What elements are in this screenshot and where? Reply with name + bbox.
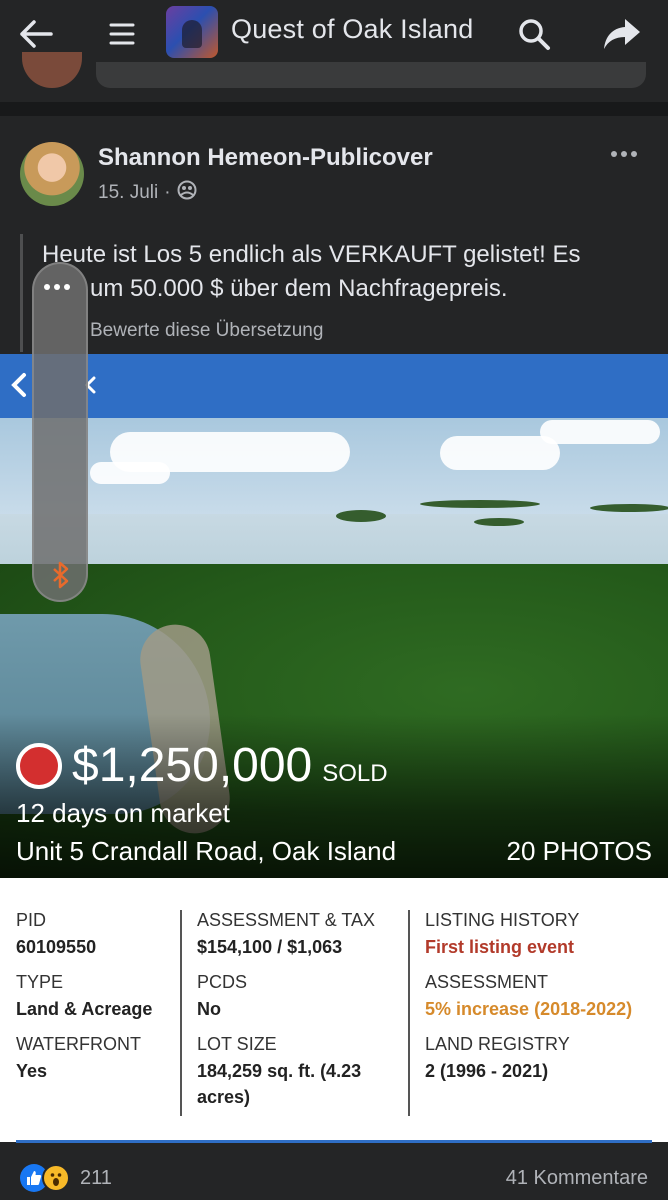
rate-translation-link[interactable]: Bewerte diese Übersetzung — [90, 320, 323, 342]
detail-value: 5% increase (2018-2022) — [425, 999, 633, 1019]
post-meta: 15. Juli · — [98, 180, 197, 206]
detail-value: No — [197, 999, 221, 1019]
detail-label: PCDS — [197, 972, 248, 992]
reaction-count: 211 — [80, 1166, 112, 1189]
listing-details[interactable]: PID 60109550 TYPE Land & Acreage WATERFR… — [0, 878, 668, 1143]
detail-cell: PCDS No — [197, 972, 397, 1022]
detail-value: $154,100 / $1,063 — [197, 937, 343, 957]
post-text-line: Heute ist Los 5 endlich als VERKAUFT gel… — [42, 241, 581, 268]
reactions[interactable]: 211 — [20, 1164, 112, 1192]
column-divider — [180, 910, 182, 1116]
detail-label: ASSESSMENT — [425, 972, 549, 992]
days-on-market: 12 days on market — [16, 798, 230, 828]
top-bar: Quest of Oak Island — [0, 0, 668, 68]
listing-status: SOLD — [322, 760, 388, 787]
detail-cell: LOT SIZE 184,259 sq. ft. (4.23 acres) — [197, 1034, 397, 1110]
listing-address: Unit 5 Crandall Road, Oak Island — [16, 836, 397, 866]
previous-post-strip — [0, 52, 668, 102]
back-arrow-icon[interactable] — [14, 12, 58, 56]
details-bottom-bar — [16, 1140, 652, 1143]
sold-status-icon — [16, 742, 62, 789]
wow-icon — [42, 1164, 70, 1192]
previous-comment-bubble — [96, 62, 646, 88]
photo-island — [420, 500, 540, 508]
feed-divider — [0, 102, 668, 116]
detail-cell: PID 60109550 — [16, 910, 152, 960]
detail-label: TYPE — [16, 972, 64, 992]
detail-cell: WATERFRONT Yes — [16, 1034, 152, 1084]
detail-value: Yes — [16, 1061, 48, 1081]
search-icon[interactable] — [512, 12, 556, 56]
details-column: ASSESSMENT & TAX $154,100 / $1,063 PCDS … — [197, 910, 397, 1122]
group-title[interactable]: Quest of Oak Island — [231, 14, 473, 45]
author-avatar[interactable] — [20, 142, 84, 206]
group-audience-icon — [177, 180, 197, 206]
post-options-button[interactable] — [604, 142, 644, 166]
post-text: Heute ist Los 5 endlich als VERKAUFT gel… — [42, 238, 642, 306]
bluetooth-icon[interactable] — [51, 560, 71, 595]
details-column: LISTING HISTORY First listing event ASSE… — [425, 910, 632, 1096]
column-divider — [408, 910, 410, 1116]
detail-cell: LISTING HISTORY First listing event — [425, 910, 632, 960]
author-name[interactable]: Shannon Hemeon-Publicover — [98, 144, 433, 172]
listing-header-bar — [0, 354, 668, 418]
listing-price: $1,250,000 — [72, 739, 313, 792]
detail-value: First listing event — [425, 937, 575, 957]
meta-separator: · — [164, 182, 171, 203]
detail-label: ASSESSMENT & TAX — [197, 910, 376, 930]
detail-label: PID — [16, 910, 47, 930]
post-footer: 211 41 Kommentare — [0, 1144, 668, 1200]
detail-value: Land & Acreage — [16, 999, 153, 1019]
translation-quote-bar — [20, 234, 23, 352]
listing-image[interactable]: $1,250,000 SOLD 12 days on market Unit 5… — [0, 354, 668, 878]
photo-cloud — [540, 420, 660, 444]
detail-label: LOT SIZE — [197, 1034, 277, 1054]
detail-value: 60109550 — [16, 937, 97, 957]
photo-island — [336, 510, 386, 522]
photo-cloud — [440, 436, 560, 470]
photo-cloud — [90, 462, 170, 484]
comments-count[interactable]: 41 Kommentare — [506, 1167, 648, 1190]
detail-cell: LAND REGISTRY 2 (1996 - 2021) — [425, 1034, 632, 1084]
detail-label: LISTING HISTORY — [425, 910, 580, 930]
detail-value: 184,259 sq. ft. (4.23 acres) — [197, 1061, 362, 1107]
post-text-line: um 50.000 $ über dem Nachfragepreis. — [90, 275, 508, 302]
details-column: PID 60109550 TYPE Land & Acreage WATERFR… — [16, 910, 152, 1096]
detail-cell: TYPE Land & Acreage — [16, 972, 152, 1022]
photo-island — [474, 518, 524, 526]
detail-label: LAND REGISTRY — [425, 1034, 570, 1054]
detail-cell: ASSESSMENT 5% increase (2018-2022) — [425, 972, 632, 1022]
price-row: $1,250,000 SOLD — [16, 738, 388, 793]
post-date[interactable]: 15. Juli — [98, 182, 158, 204]
chevron-left-icon[interactable] — [10, 372, 28, 403]
detail-label: WATERFRONT — [16, 1034, 141, 1054]
detail-value: 2 (1996 - 2021) — [425, 1061, 549, 1081]
group-avatar[interactable] — [166, 6, 218, 58]
photo-island — [590, 504, 668, 512]
more-dots-icon[interactable] — [44, 284, 70, 290]
previous-avatar — [22, 52, 82, 88]
menu-icon[interactable] — [100, 12, 144, 56]
share-icon[interactable] — [600, 12, 644, 56]
photos-count[interactable]: 20 PHOTOS — [507, 836, 652, 867]
floating-toolbar-pill[interactable] — [32, 262, 88, 602]
detail-cell: ASSESSMENT & TAX $154,100 / $1,063 — [197, 910, 397, 960]
